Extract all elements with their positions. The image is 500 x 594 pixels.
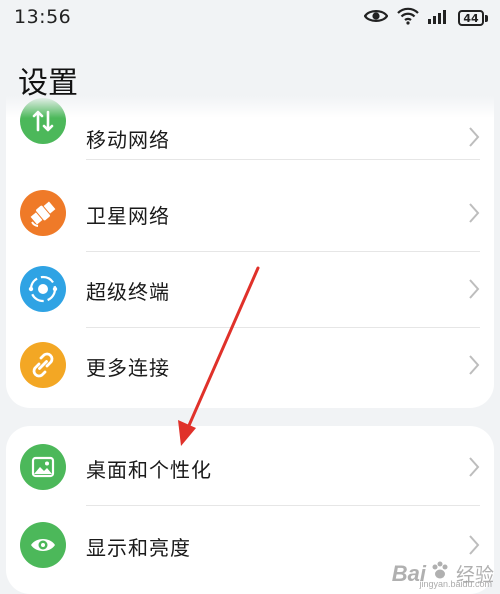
- settings-item-mobile-network[interactable]: 移动网络: [6, 96, 494, 160]
- chevron-right-icon: [468, 126, 480, 148]
- super-device-icon: [20, 266, 66, 312]
- wifi-icon: [396, 7, 420, 29]
- settings-item-label: 超级终端: [86, 280, 170, 304]
- settings-item-super-device[interactable]: 超级终端: [6, 252, 494, 328]
- settings-item-satellite-network[interactable]: 卫星网络: [6, 176, 494, 252]
- settings-item-label: 移动网络: [86, 128, 170, 152]
- battery-level: 44: [458, 10, 484, 26]
- watermark-url: jingyan.baidu.com: [419, 579, 492, 589]
- eye-icon: [20, 522, 66, 568]
- eye-icon: [363, 8, 389, 28]
- mobile-data-icon: [20, 98, 66, 144]
- status-icons: 44: [363, 6, 488, 30]
- settings-item-label: 桌面和个性化: [86, 458, 212, 482]
- settings-item-more-connections[interactable]: 更多连接: [6, 328, 494, 404]
- status-time: 13:56: [14, 6, 72, 28]
- chevron-right-icon: [468, 278, 480, 300]
- wallpaper-icon: [20, 444, 66, 490]
- status-bar: 13:56 44: [0, 0, 500, 36]
- link-icon: [20, 342, 66, 388]
- settings-item-desktop-personalization[interactable]: 桌面和个性化: [6, 430, 494, 506]
- chevron-right-icon: [468, 202, 480, 224]
- satellite-icon: [20, 190, 66, 236]
- chevron-right-icon: [468, 354, 480, 376]
- battery-icon: 44: [458, 10, 488, 26]
- settings-item-label: 显示和亮度: [86, 536, 191, 560]
- settings-item-label: 卫星网络: [86, 204, 170, 228]
- chevron-right-icon: [468, 456, 480, 478]
- chevron-right-icon: [468, 534, 480, 556]
- settings-group-connections: 移动网络 卫星网络 超级终端 更多连接: [6, 96, 494, 408]
- signal-icon: [428, 8, 450, 28]
- settings-item-label: 更多连接: [86, 356, 170, 380]
